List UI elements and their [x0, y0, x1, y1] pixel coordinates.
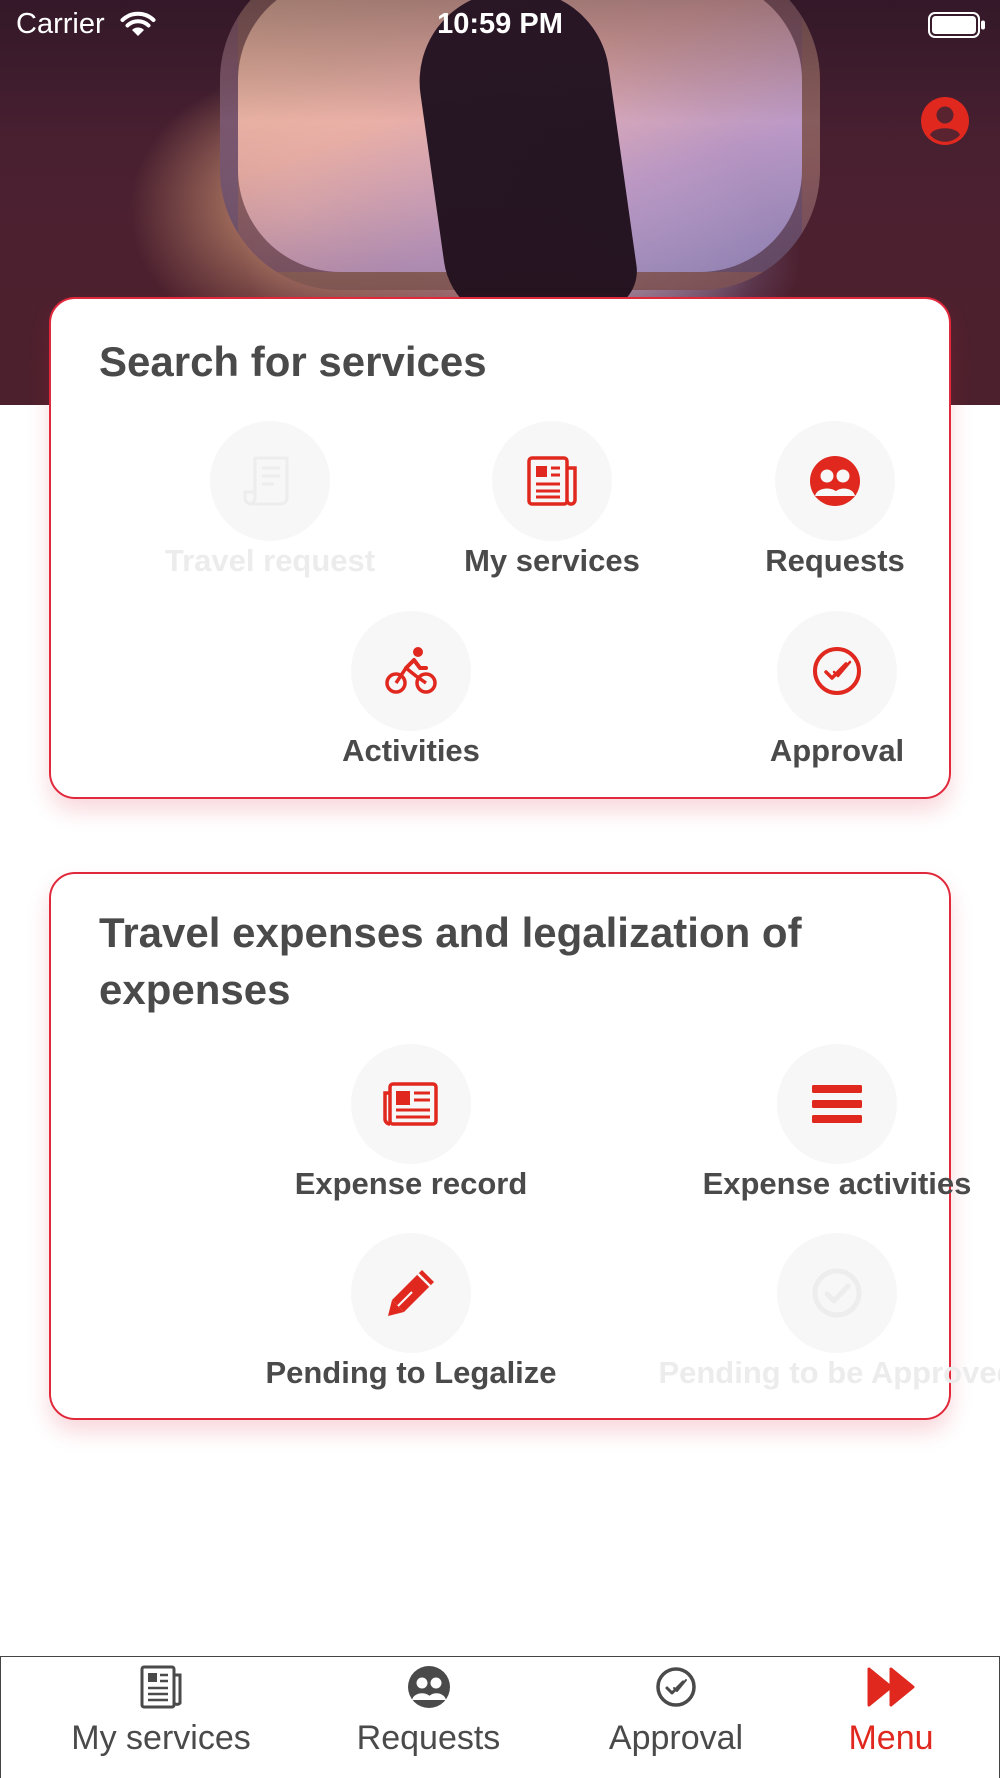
pending-to-legalize-tile[interactable]: Pending to Legalize — [261, 1233, 561, 1413]
check-circle-icon — [812, 1268, 862, 1318]
tab-menu[interactable]: Menu — [821, 1657, 961, 1778]
status-bar: Carrier 10:59 PM — [0, 0, 1000, 50]
expense-activities-tile[interactable]: Expense activities — [687, 1044, 987, 1224]
user-circle-icon[interactable] — [920, 96, 970, 146]
services-card-title: Search for services — [99, 338, 487, 385]
approval-label: Approval — [769, 733, 905, 768]
approval-tile[interactable]: Approval — [687, 611, 987, 791]
newspaper-icon — [527, 456, 577, 506]
bottom-tab-bar: My services Requests Approval Menu — [0, 1656, 1000, 1778]
fast-forward-icon — [867, 1667, 915, 1707]
expenses-card: Travel expenses and legalization of expe… — [49, 872, 1000, 1420]
receipt-icon — [243, 456, 289, 506]
pending-to-be-approved-label: Pending to be Approved — [658, 1355, 1000, 1390]
pending-to-legalize-label: Pending to Legalize — [265, 1355, 557, 1390]
users-icon — [810, 456, 860, 506]
pending-to-be-approved-tile[interactable]: Pending to be Approved — [658, 1233, 1000, 1413]
check-circle-icon — [656, 1667, 696, 1707]
expense-activities-label: Expense activities — [702, 1166, 972, 1201]
clock: 10:59 PM — [437, 8, 563, 40]
tab-requests[interactable]: Requests — [321, 1657, 536, 1778]
list-bars-icon — [812, 1085, 862, 1123]
activities-tile[interactable]: Activities — [261, 611, 561, 791]
tab-menu-label: Menu — [848, 1719, 934, 1757]
tab-my-services-label: My services — [71, 1719, 251, 1757]
services-card: Search for services Travel request My se… — [49, 297, 951, 799]
check-circle-icon — [813, 647, 861, 695]
activities-label: Activities — [342, 733, 480, 768]
newspaper-icon — [140, 1665, 182, 1709]
requests-label: Requests — [765, 543, 905, 578]
cyclist-icon — [385, 647, 437, 694]
expense-record-tile[interactable]: Expense record — [261, 1044, 561, 1224]
newspaper-wide-icon — [383, 1082, 438, 1126]
expense-record-label: Expense record — [294, 1166, 528, 1201]
users-icon — [407, 1666, 450, 1708]
requests-tile[interactable]: Requests — [685, 421, 985, 601]
expenses-card-title: Travel expenses and legalization of expe… — [99, 909, 802, 1013]
battery-icon — [928, 12, 985, 38]
pencil-icon — [388, 1270, 434, 1316]
tab-approval-label: Approval — [608, 1719, 744, 1757]
tab-requests-label: Requests — [356, 1719, 501, 1757]
tab-my-services[interactable]: My services — [41, 1657, 281, 1778]
tab-approval[interactable]: Approval — [576, 1657, 776, 1778]
